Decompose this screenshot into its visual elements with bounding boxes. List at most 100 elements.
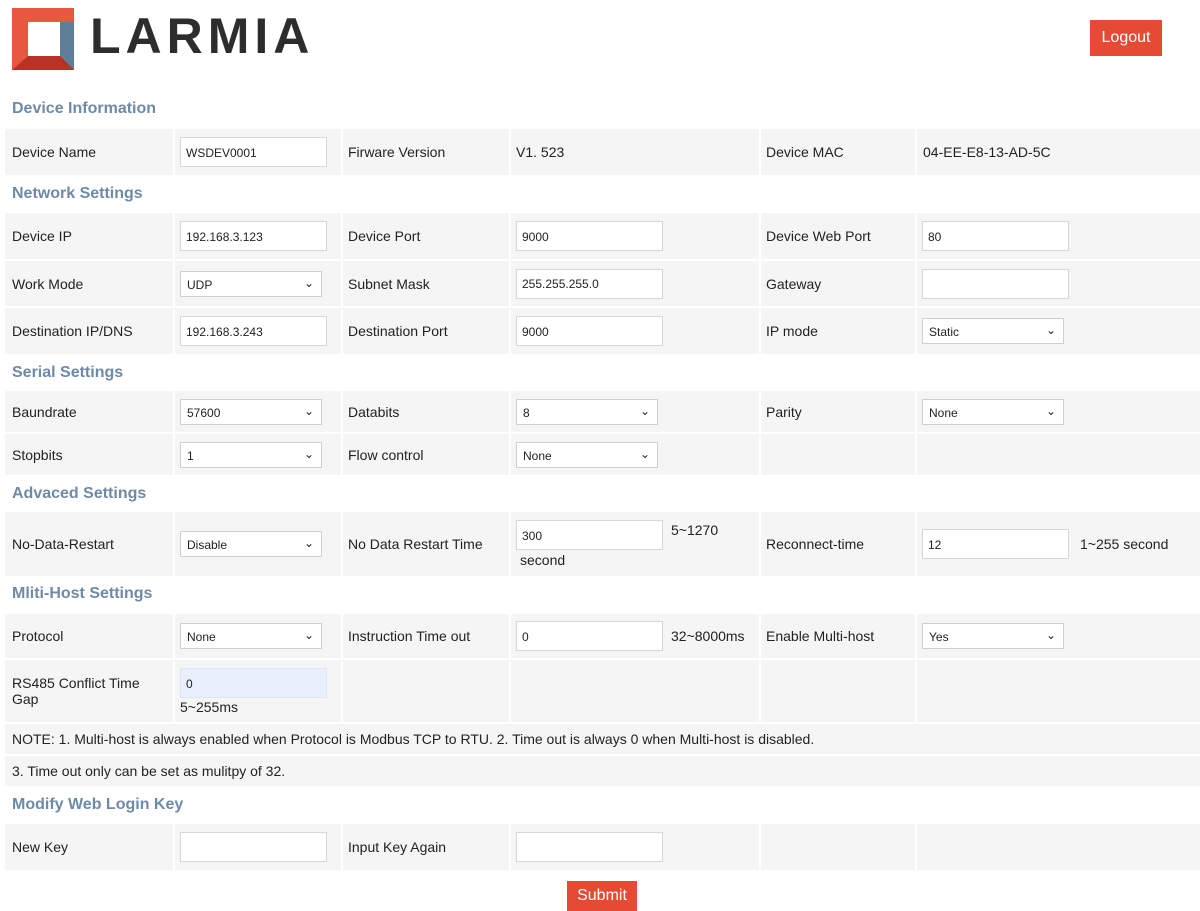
section-title-login-key: Modify Web Login Key xyxy=(12,796,184,813)
chevron-down-icon: ⌄ xyxy=(639,446,650,461)
protocol-select[interactable]: None ⌄ xyxy=(180,623,322,649)
stopbits-value: 1 xyxy=(187,448,194,463)
chevron-down-icon: ⌄ xyxy=(303,403,314,418)
header: LARMIA Logout xyxy=(0,0,1200,86)
no-data-restart-value: Disable xyxy=(187,538,228,552)
device-web-port-label: Device Web Port xyxy=(766,228,871,244)
multihost-row-2: RS485 Conflict Time Gap 5~255ms xyxy=(5,660,1200,722)
serial-row-1: Baundrate 57600 ⌄ Databits 8 ⌄ Parity None… xyxy=(5,391,1200,432)
baudrate-value: 57600 xyxy=(187,405,221,420)
parity-label: Parity xyxy=(766,403,802,420)
protocol-value: None xyxy=(187,630,216,644)
device-name-input[interactable] xyxy=(180,137,327,167)
restart-time-input[interactable] xyxy=(516,520,663,550)
destination-port-input[interactable] xyxy=(516,316,663,346)
firmware-version-value: V1. 523 xyxy=(516,144,565,160)
databits-label: Databits xyxy=(348,403,400,420)
device-port-label: Device Port xyxy=(348,228,421,244)
login-key-row: New Key Input Key Again xyxy=(5,824,1200,870)
new-key-label: New Key xyxy=(12,839,69,855)
conflict-time-unit: 5~255ms xyxy=(180,699,238,715)
no-data-restart-label: No-Data-Restart xyxy=(12,536,114,552)
advanced-row: No-Data-Restart Disable ⌄ No Data Restart… xyxy=(5,512,1200,576)
enable-multihost-label: Enable Multi-host xyxy=(766,628,875,644)
parity-value: None xyxy=(929,405,958,420)
work-mode-label: Work Mode xyxy=(12,275,84,292)
stopbits-label: Stopbits xyxy=(12,446,63,463)
enable-multihost-value: Yes xyxy=(929,630,949,644)
device-info-row: Device Name Firware Version V1. 523 Devi… xyxy=(5,129,1200,175)
stopbits-select[interactable]: 1 ⌄ xyxy=(180,441,322,468)
baudrate-select[interactable]: 57600 ⌄ xyxy=(180,398,322,425)
restart-time-label: No Data Restart Time xyxy=(348,536,483,552)
chevron-down-icon: ⌄ xyxy=(1045,323,1056,337)
instruction-timeout-label: Instruction Time out xyxy=(348,628,471,644)
subnet-mask-input[interactable] xyxy=(516,268,663,299)
databits-select[interactable]: 8 ⌄ xyxy=(516,398,658,425)
input-key-again-input[interactable] xyxy=(516,832,663,862)
chevron-down-icon: ⌄ xyxy=(303,628,314,642)
baudrate-label: Baundrate xyxy=(12,403,77,420)
gateway-input[interactable] xyxy=(922,268,1069,299)
network-row-3: Destination IP/DNS Destination Port IP m… xyxy=(5,308,1200,354)
brand-name: LARMIA xyxy=(90,8,315,64)
destination-port-label: Destination Port xyxy=(348,323,448,339)
reconnect-time-unit: 1~255 second xyxy=(1080,536,1169,552)
device-web-port-input[interactable] xyxy=(922,221,1069,251)
section-title-network: Network Settings xyxy=(12,185,143,202)
work-mode-select[interactable]: UDP ⌄ xyxy=(180,270,322,297)
chevron-down-icon: ⌄ xyxy=(303,446,314,461)
protocol-label: Protocol xyxy=(12,628,64,644)
serial-row-2: Stopbits 1 ⌄ Flow control None ⌄ xyxy=(5,434,1200,475)
destination-ip-label: Destination IP/DNS xyxy=(12,323,133,339)
restart-time-unit: second xyxy=(520,552,566,568)
network-row-1: Device IP Device Port Device Web Port xyxy=(5,213,1200,259)
conflict-time-label: RS485 Conflict Time Gap xyxy=(12,675,140,707)
firmware-version-label: Firware Version xyxy=(348,144,446,160)
instruction-timeout-unit: 32~8000ms xyxy=(671,628,745,644)
section-title-serial: Serial Settings xyxy=(12,364,124,381)
logout-button[interactable]: Logout xyxy=(1090,20,1162,56)
section-title-multihost: Mliti-Host Settings xyxy=(12,585,153,602)
chevron-down-icon: ⌄ xyxy=(303,536,314,550)
device-ip-label: Device IP xyxy=(12,228,72,244)
reconnect-time-label: Reconnect-time xyxy=(766,536,865,552)
destination-ip-input[interactable] xyxy=(180,316,327,346)
device-name-label: Device Name xyxy=(12,144,97,160)
larmia-logo-icon xyxy=(12,8,74,70)
gateway-label: Gateway xyxy=(766,275,822,292)
flow-control-select[interactable]: None ⌄ xyxy=(516,441,658,468)
chevron-down-icon: ⌄ xyxy=(1045,628,1056,642)
note-text-2: 3. Time out only can be set as mulitpy o… xyxy=(12,763,286,779)
new-key-input[interactable] xyxy=(180,832,327,862)
restart-time-range: 5~1270 xyxy=(671,522,719,538)
databits-value: 8 xyxy=(523,405,530,420)
chevron-down-icon: ⌄ xyxy=(1045,403,1056,418)
note-text-1: NOTE: 1. Multi-host is always enabled wh… xyxy=(12,731,815,747)
instruction-timeout-input[interactable] xyxy=(516,621,663,651)
no-data-restart-select[interactable]: Disable ⌄ xyxy=(180,531,322,557)
ip-mode-label: IP mode xyxy=(766,323,818,339)
note-line-1: NOTE: 1. Multi-host is always enabled wh… xyxy=(5,724,1200,754)
note-line-2: 3. Time out only can be set as mulitpy o… xyxy=(5,756,1200,786)
device-ip-input[interactable] xyxy=(180,221,327,251)
flow-control-label: Flow control xyxy=(348,446,424,463)
multihost-row-1: Protocol None ⌄ Instruction Time out 32~8… xyxy=(5,614,1200,658)
conflict-time-input[interactable] xyxy=(180,668,327,698)
submit-button[interactable]: Submit xyxy=(567,881,637,911)
section-title-device-info: Device Information xyxy=(12,100,157,117)
ip-mode-select[interactable]: Static ⌄ xyxy=(922,318,1064,344)
chevron-down-icon: ⌄ xyxy=(303,275,314,290)
device-mac-label: Device MAC xyxy=(766,144,844,160)
flow-control-value: None xyxy=(523,448,552,463)
device-mac-value: 04-EE-E8-13-AD-5C xyxy=(923,144,1051,160)
ip-mode-value: Static xyxy=(929,325,960,339)
device-port-input[interactable] xyxy=(516,221,663,251)
subnet-mask-label: Subnet Mask xyxy=(348,275,430,292)
enable-multihost-select[interactable]: Yes ⌄ xyxy=(922,623,1064,649)
reconnect-time-input[interactable] xyxy=(922,529,1069,559)
work-mode-value: UDP xyxy=(187,277,213,292)
parity-select[interactable]: None ⌄ xyxy=(922,398,1064,425)
network-row-2: Work Mode UDP ⌄ Subnet Mask Gateway xyxy=(5,261,1200,306)
section-title-advanced: Advaced Settings xyxy=(12,485,147,502)
